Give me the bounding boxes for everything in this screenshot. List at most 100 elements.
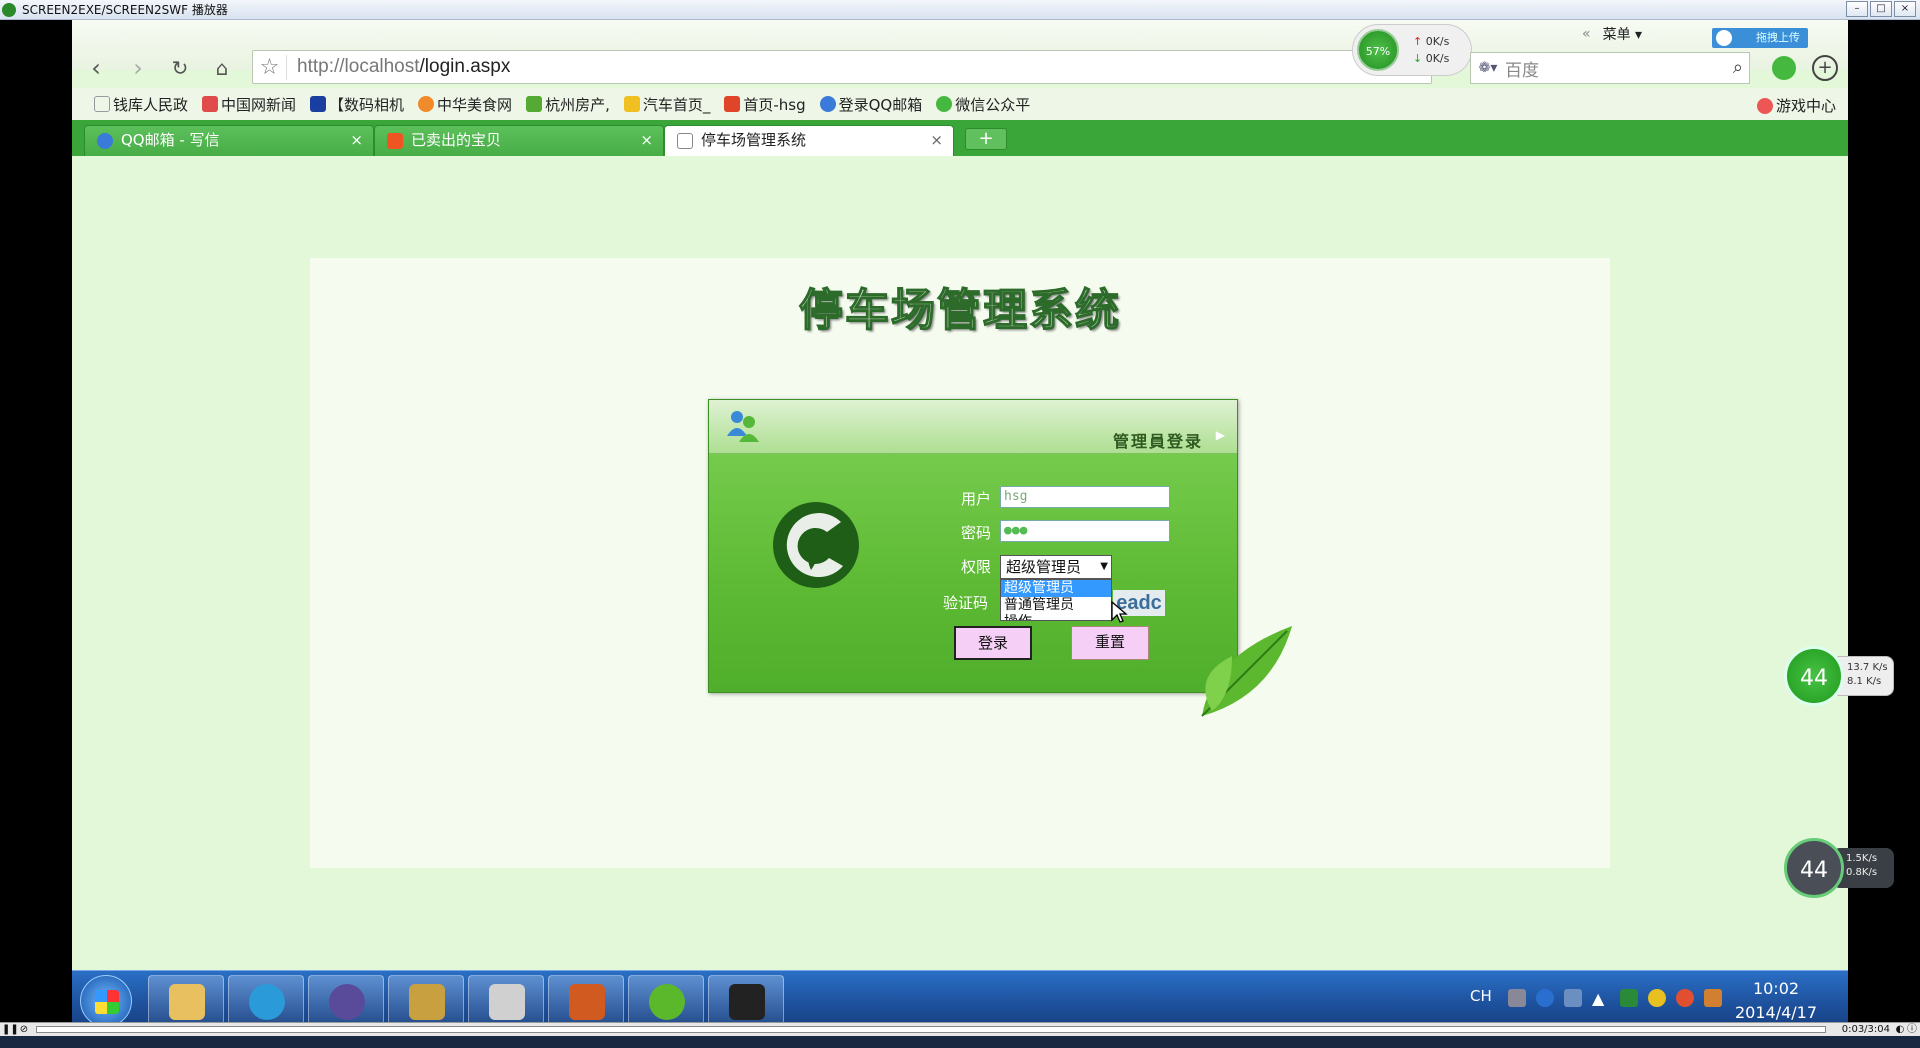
download-icon[interactable]: + — [1812, 55, 1838, 81]
login-header-label: 管理員登录 — [1112, 432, 1203, 451]
tiger-icon[interactable] — [1704, 989, 1722, 1007]
close-tab-icon[interactable]: × — [350, 126, 363, 155]
role-option[interactable]: 超级管理员 — [1001, 580, 1111, 597]
leaf-logo-icon — [773, 502, 859, 588]
search-icon[interactable]: ⌕ — [1733, 57, 1743, 78]
plus-tray-icon[interactable] — [1648, 989, 1666, 1007]
maximize-button[interactable]: □ — [1870, 1, 1892, 17]
back-arrow-icon[interactable]: ‹ — [82, 54, 110, 82]
browser-menu-area: « 菜单 ▾ — [1582, 24, 1642, 44]
page-content: 停车场管理系统 管理員登录 ▶ 用户 hsg 密码 ●●● 权限 超级管理员 ▼… — [72, 156, 1848, 970]
taskbar-app-browser[interactable] — [228, 975, 304, 1027]
role-option[interactable]: 操作 — [1001, 614, 1111, 620]
collapse-icon[interactable]: « — [1582, 26, 1591, 42]
taskbar-app-tools[interactable] — [468, 975, 544, 1027]
bookmark-item[interactable]: 微信公众平 — [936, 94, 1030, 115]
menu-button[interactable]: 菜单 ▾ — [1603, 24, 1642, 44]
tab-sold-items[interactable]: 已卖出的宝贝 × — [374, 125, 664, 156]
volume-icon[interactable]: ◐ — [1894, 1024, 1906, 1036]
reset-button[interactable]: 重置 — [1071, 626, 1149, 660]
taskbar: CH ▲ 10:02 2014/4/17 — [72, 970, 1848, 1030]
bookmark-icon — [418, 96, 435, 112]
role-select[interactable]: 超级管理员 ▼ — [1000, 555, 1112, 579]
close-button[interactable]: × — [1894, 1, 1916, 17]
close-tab-icon[interactable]: × — [640, 126, 653, 155]
tools-icon — [489, 984, 525, 1020]
network-speed-widget[interactable]: 57% 0K/s 0K/s — [1352, 24, 1472, 76]
close-tab-icon[interactable]: × — [930, 126, 943, 155]
game-icon — [1756, 97, 1773, 114]
decorative-leaf-icon — [1201, 626, 1292, 717]
taskbar-app-dreamweaver[interactable] — [628, 975, 704, 1027]
taskbar-app-capture[interactable] — [708, 975, 784, 1027]
browser-icon — [249, 984, 285, 1020]
floating-network-widget[interactable]: 13.7 K/s 8.1 K/s 44 — [1784, 646, 1894, 706]
show-hidden-icons[interactable]: ▲ — [1592, 989, 1610, 1008]
network-icon[interactable] — [1564, 989, 1582, 1007]
new-tab-button[interactable]: + — [965, 128, 1007, 150]
taskbar-app-explorer[interactable] — [148, 975, 224, 1027]
wechat-icon — [936, 96, 953, 112]
bookmark-item[interactable]: 首页-hsg — [724, 94, 806, 115]
role-option[interactable]: 普通管理员 — [1001, 597, 1111, 614]
pause-icon[interactable]: ❚❚ — [2, 1024, 19, 1036]
bookmark-item[interactable]: 登录QQ邮箱 — [819, 94, 922, 115]
floating-network-widget[interactable]: 1.5K/s 0.8K/s 44 — [1784, 838, 1894, 898]
upload-speed: 13.7 K/s — [1847, 662, 1888, 673]
bookmark-item[interactable]: 汽车首页_ — [623, 94, 710, 115]
info-icon[interactable]: ⓘ — [1906, 1024, 1918, 1036]
taskbar-app-eclipse[interactable] — [308, 975, 384, 1027]
bookmark-icon — [819, 96, 836, 112]
star-icon[interactable]: ☆ — [253, 54, 287, 80]
page-icon — [677, 133, 693, 149]
tab-qq-mail[interactable]: QQ邮箱 - 写信 × — [84, 125, 374, 156]
cloud-icon — [1716, 30, 1732, 46]
refresh-icon[interactable]: ↻ — [166, 54, 194, 82]
taskbar-app-visual-studio[interactable] — [548, 975, 624, 1027]
taskbar-app-server[interactable] — [388, 975, 464, 1027]
user-input[interactable]: hsg — [1000, 486, 1170, 508]
upload-speed: 1.5K/s — [1846, 853, 1878, 864]
login-header: 管理員登录 ▶ — [709, 400, 1237, 454]
player-window-controls: – □ × — [1846, 1, 1916, 17]
player-app-icon — [2, 2, 16, 17]
search-input[interactable]: 百度 — [1505, 56, 1539, 81]
upload-button[interactable]: 拖拽上传 — [1712, 28, 1808, 48]
player-control-bar: ❚❚ ⊘ 0:03/3:04 ◐ ⓘ — [0, 1022, 1920, 1036]
network-percent-circle: 44 — [1784, 646, 1844, 706]
login-button[interactable]: 登录 — [954, 626, 1032, 660]
search-box[interactable]: ❁▾ 百度 ⌕ — [1470, 52, 1750, 84]
password-input[interactable]: ●●● — [1000, 520, 1170, 542]
stop-icon[interactable]: ⊘ — [18, 1024, 30, 1036]
bookmark-icon — [526, 96, 543, 112]
shield-icon[interactable] — [1620, 989, 1638, 1007]
bookmark-icon — [310, 96, 327, 112]
bookmark-icon — [623, 96, 640, 112]
minimize-button[interactable]: – — [1846, 1, 1868, 17]
language-indicator[interactable]: CH — [1470, 987, 1492, 1005]
address-bar[interactable]: ☆ http://localhost/login.aspx — [252, 50, 1432, 84]
tab-strip: QQ邮箱 - 写信 × 已卖出的宝贝 × 停车场管理系统 × + — [72, 120, 1848, 156]
home-icon[interactable]: ⌂ — [208, 54, 236, 82]
role-options-dropdown: 超级管理员 普通管理员 操作 — [1000, 579, 1112, 621]
bookmarks-bar: 钱库人民政 中国网新闻 【数码相机 中华美食网 杭州房产, 汽车首页_ 首页-h… — [72, 88, 1848, 120]
role-label: 权限 — [961, 558, 992, 576]
clock[interactable]: 10:02 2014/4/17 — [1726, 977, 1826, 1025]
download-speed: 0.8K/s — [1846, 867, 1878, 878]
tab-parking-system[interactable]: 停车场管理系统 × — [664, 125, 954, 156]
playback-slider[interactable] — [36, 1026, 1826, 1033]
folder-icon — [169, 984, 205, 1020]
chat-icon[interactable] — [1772, 56, 1796, 80]
forward-arrow-icon[interactable]: › — [124, 54, 152, 82]
qq-icon[interactable] — [1676, 989, 1694, 1007]
help-icon[interactable] — [1536, 989, 1554, 1007]
start-button[interactable] — [80, 975, 132, 1027]
bookmark-item[interactable]: 【数码相机 — [310, 94, 404, 115]
bookmark-item[interactable]: 杭州房产, — [526, 94, 610, 115]
bookmark-item[interactable]: 中华美食网 — [418, 94, 512, 115]
arrow-right-icon: ▶ — [1215, 428, 1225, 442]
bookmark-game-center[interactable]: 游戏中心 — [1756, 95, 1836, 116]
keyboard-icon[interactable] — [1508, 989, 1526, 1007]
bookmark-item[interactable]: 钱库人民政 — [94, 94, 188, 115]
bookmark-item[interactable]: 中国网新闻 — [202, 94, 296, 115]
